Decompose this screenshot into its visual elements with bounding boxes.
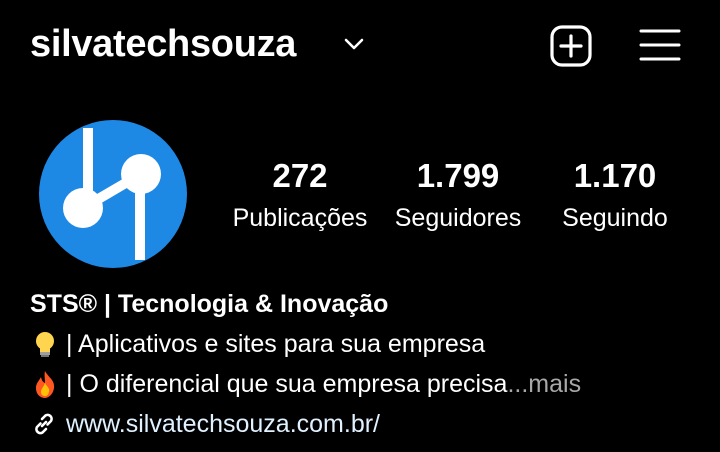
more-link[interactable]: mais <box>528 364 581 404</box>
following-count: 1.170 <box>573 157 657 194</box>
profile-bio: STS® | Tecnologia & Inovação | Aplicativ… <box>30 284 700 444</box>
bio-line-2: | O diferencial que sua empresa precisa.… <box>30 364 700 404</box>
bio-line-1: | Aplicativos e sites para sua empresa <box>30 324 700 364</box>
followers-stat[interactable]: 1.799 Seguidores <box>383 156 533 234</box>
bio-line-1-text: | Aplicativos e sites para sua empresa <box>66 330 486 358</box>
followers-label: Seguidores <box>394 204 522 232</box>
link-icon <box>35 413 53 435</box>
posts-count: 272 <box>272 157 328 194</box>
fire-emoji <box>36 371 55 398</box>
bio-name: STS® | Tecnologia & Inovação <box>30 290 389 318</box>
followers-count: 1.799 <box>416 157 500 194</box>
username-switcher[interactable]: silvatechsouza <box>30 20 296 68</box>
bio-link-row[interactable]: www.silvatechsouza.com.br/ <box>30 404 700 444</box>
hamburger-menu-icon[interactable] <box>639 27 681 63</box>
chevron-down-icon[interactable] <box>343 36 365 52</box>
profile-avatar[interactable] <box>39 120 187 268</box>
bio-line-2-text: | O diferencial que sua empresa precisa <box>66 370 508 398</box>
add-square-icon[interactable] <box>549 24 593 68</box>
bio-ellipsis: ... <box>507 370 529 398</box>
posts-label: Publicações <box>232 204 368 232</box>
profile-header: silvatechsouza <box>0 0 720 90</box>
website-link[interactable]: www.silvatechsouza.com.br/ <box>66 404 380 444</box>
lightbulb-emoji <box>36 332 54 357</box>
posts-stat[interactable]: 272 Publicações <box>222 156 378 234</box>
following-stat[interactable]: 1.170 Seguindo <box>548 156 682 234</box>
following-label: Seguindo <box>562 204 668 232</box>
